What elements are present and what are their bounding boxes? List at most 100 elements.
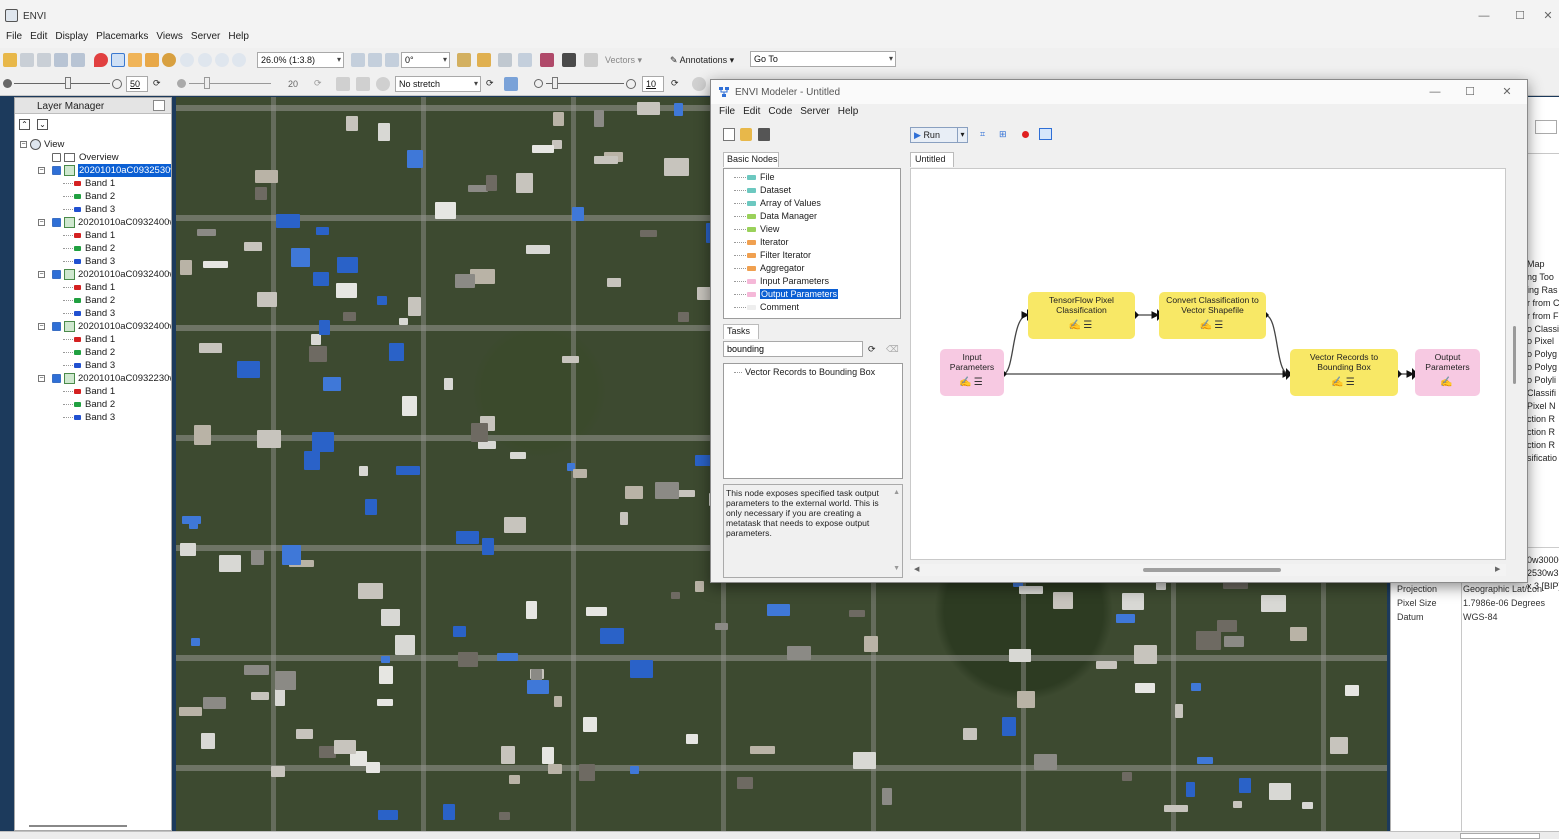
- screenshot-icon[interactable]: [1039, 128, 1052, 140]
- band-row[interactable]: Band 2: [19, 398, 171, 411]
- annotations-menu[interactable]: ✎ Annotations ▾: [670, 52, 734, 68]
- edge-convert-to-bbox[interactable]: [1264, 314, 1290, 375]
- vertex-icon[interactable]: [477, 53, 491, 67]
- transparency-icon[interactable]: [692, 77, 706, 91]
- portal-icon[interactable]: [54, 53, 68, 67]
- toolbox-tree[interactable]: Map ng Too ing Ras r from Cr from Fo Classi…: [1527, 258, 1559, 465]
- toolbox-search-input[interactable]: [1535, 120, 1557, 134]
- auto-layout-icon[interactable]: ⊞: [999, 126, 1007, 142]
- rotate-right-icon[interactable]: [368, 53, 382, 67]
- stretch-icon[interactable]: [336, 77, 350, 91]
- layer-checkbox[interactable]: [52, 322, 61, 331]
- scroll-left-icon[interactable]: ◀: [914, 565, 919, 573]
- chart-icon[interactable]: [498, 53, 512, 67]
- record-icon[interactable]: [1022, 131, 1029, 138]
- tree-view-root[interactable]: − View: [19, 138, 171, 151]
- toolbox-item[interactable]: ction R: [1527, 426, 1559, 439]
- sharpen-slider-thumb[interactable]: [552, 77, 558, 89]
- spectral-icon[interactable]: [540, 53, 554, 67]
- band-row[interactable]: Band 3: [19, 307, 171, 320]
- modeler-menu-edit[interactable]: Edit: [739, 106, 764, 118]
- basic-node-item[interactable]: Filter Iterator: [724, 249, 900, 262]
- run-button[interactable]: ▶ Run: [910, 127, 958, 143]
- basic-node-item[interactable]: Comment: [724, 301, 900, 314]
- node-vector-records-to-bounding-box[interactable]: Vector Records to Bounding Box ✍☰: [1290, 349, 1398, 396]
- menu-edit[interactable]: Edit: [26, 31, 51, 43]
- profile-icon[interactable]: [518, 53, 532, 67]
- band-row[interactable]: Band 3: [19, 255, 171, 268]
- overview-checkbox[interactable]: [52, 153, 61, 162]
- node-tensorflow-pixel-classification[interactable]: TensorFlow Pixel Classification ✍☰: [1028, 292, 1135, 339]
- edit-list-icon[interactable]: ✍☰: [940, 378, 1004, 388]
- canvas-vertical-scroll-thumb[interactable]: [1513, 326, 1516, 384]
- menu-file[interactable]: File: [2, 31, 26, 43]
- edge-input-to-tensorflow[interactable]: [1002, 311, 1030, 375]
- open-model-icon[interactable]: [740, 128, 752, 141]
- refresh-icon[interactable]: ⟳: [671, 75, 679, 91]
- layer-row[interactable]: − 20201010aC0932400w: [19, 320, 171, 333]
- edit-list-icon[interactable]: ✍☰: [1290, 378, 1398, 388]
- band-row[interactable]: Band 1: [19, 333, 171, 346]
- toolbox-item[interactable]: o Polyg: [1527, 348, 1559, 361]
- edit-list-icon[interactable]: ✍☰: [1028, 321, 1135, 331]
- basic-node-item[interactable]: Iterator: [724, 236, 900, 249]
- zoom-combo[interactable]: 26.0% (1:3.8) ▾: [257, 52, 344, 68]
- scroll-down-icon[interactable]: ▼: [893, 564, 900, 574]
- scroll-right-icon[interactable]: ▶: [1495, 565, 1500, 573]
- collapse-icon[interactable]: −: [20, 141, 27, 148]
- rotate-left-icon[interactable]: [351, 53, 365, 67]
- toolbox-item[interactable]: o Polyli: [1527, 374, 1559, 387]
- basic-node-item[interactable]: Dataset: [724, 184, 900, 197]
- toolbox-item[interactable]: o Polyg: [1527, 361, 1559, 374]
- task-result-item[interactable]: Vector Records to Bounding Box: [724, 366, 902, 379]
- minimize-icon[interactable]: —: [1469, 6, 1499, 26]
- fly-icon[interactable]: [145, 53, 159, 67]
- collapse-all-icon[interactable]: ⌃: [19, 119, 30, 130]
- expand-all-icon[interactable]: ⌄: [37, 119, 48, 130]
- zoom-full-icon[interactable]: [232, 53, 246, 67]
- toolbox-item[interactable]: o Classi: [1527, 323, 1559, 336]
- brightness-slider[interactable]: [14, 83, 110, 84]
- toolbox-item[interactable]: ng Too: [1527, 271, 1559, 284]
- new-model-icon[interactable]: [723, 128, 735, 141]
- layer-checkbox[interactable]: [52, 270, 61, 279]
- save-model-icon[interactable]: [758, 128, 770, 141]
- toolbox-item[interactable]: Classifi: [1527, 387, 1559, 400]
- toolbox-item[interactable]: Map: [1527, 258, 1559, 271]
- zoom-in-icon[interactable]: [198, 53, 212, 67]
- task-search-input[interactable]: [723, 341, 863, 357]
- contrast-value[interactable]: 20: [288, 76, 298, 92]
- menu-display[interactable]: Display: [51, 31, 92, 43]
- sharpen-value[interactable]: 10: [642, 76, 664, 92]
- band-row[interactable]: Band 1: [19, 229, 171, 242]
- cursor-value-icon[interactable]: [584, 53, 598, 67]
- data-manager-icon[interactable]: [20, 53, 34, 67]
- basic-node-item[interactable]: Data Manager: [724, 210, 900, 223]
- open-folder-icon[interactable]: [3, 53, 17, 67]
- select-cursor-icon[interactable]: [111, 53, 125, 67]
- basic-nodes-tab[interactable]: Basic Nodes: [723, 152, 779, 167]
- basic-node-item[interactable]: Input Parameters: [724, 275, 900, 288]
- brightness-value[interactable]: 50: [126, 76, 148, 92]
- basic-node-item[interactable]: Aggregator: [724, 262, 900, 275]
- clear-search-icon[interactable]: ⌫: [886, 341, 899, 357]
- brightness-slider-thumb[interactable]: [65, 77, 71, 89]
- stretch-combo[interactable]: No stretch ▾: [395, 76, 481, 92]
- band-row[interactable]: Band 2: [19, 294, 171, 307]
- toolbox-item[interactable]: ing Ras: [1527, 284, 1559, 297]
- basic-node-item[interactable]: Output Parameters: [724, 288, 900, 301]
- refresh-icon[interactable]: ⟳: [314, 75, 322, 91]
- basic-node-item[interactable]: Array of Values: [724, 197, 900, 210]
- collapse-icon[interactable]: −: [38, 219, 45, 226]
- menu-views[interactable]: Views: [152, 31, 187, 43]
- histogram-icon[interactable]: [356, 77, 370, 91]
- band-row[interactable]: Band 2: [19, 346, 171, 359]
- refresh-icon[interactable]: ⟳: [868, 341, 876, 357]
- band-row[interactable]: Band 3: [19, 203, 171, 216]
- fit-to-window-icon[interactable]: ⌗: [980, 126, 985, 142]
- menu-placemarks[interactable]: Placemarks: [92, 31, 152, 43]
- layer-row[interactable]: − 20201010aC0932400w: [19, 268, 171, 281]
- toolbox-item[interactable]: sificatio: [1527, 452, 1559, 465]
- layer-checkbox[interactable]: [52, 218, 61, 227]
- collapse-icon[interactable]: −: [38, 167, 45, 174]
